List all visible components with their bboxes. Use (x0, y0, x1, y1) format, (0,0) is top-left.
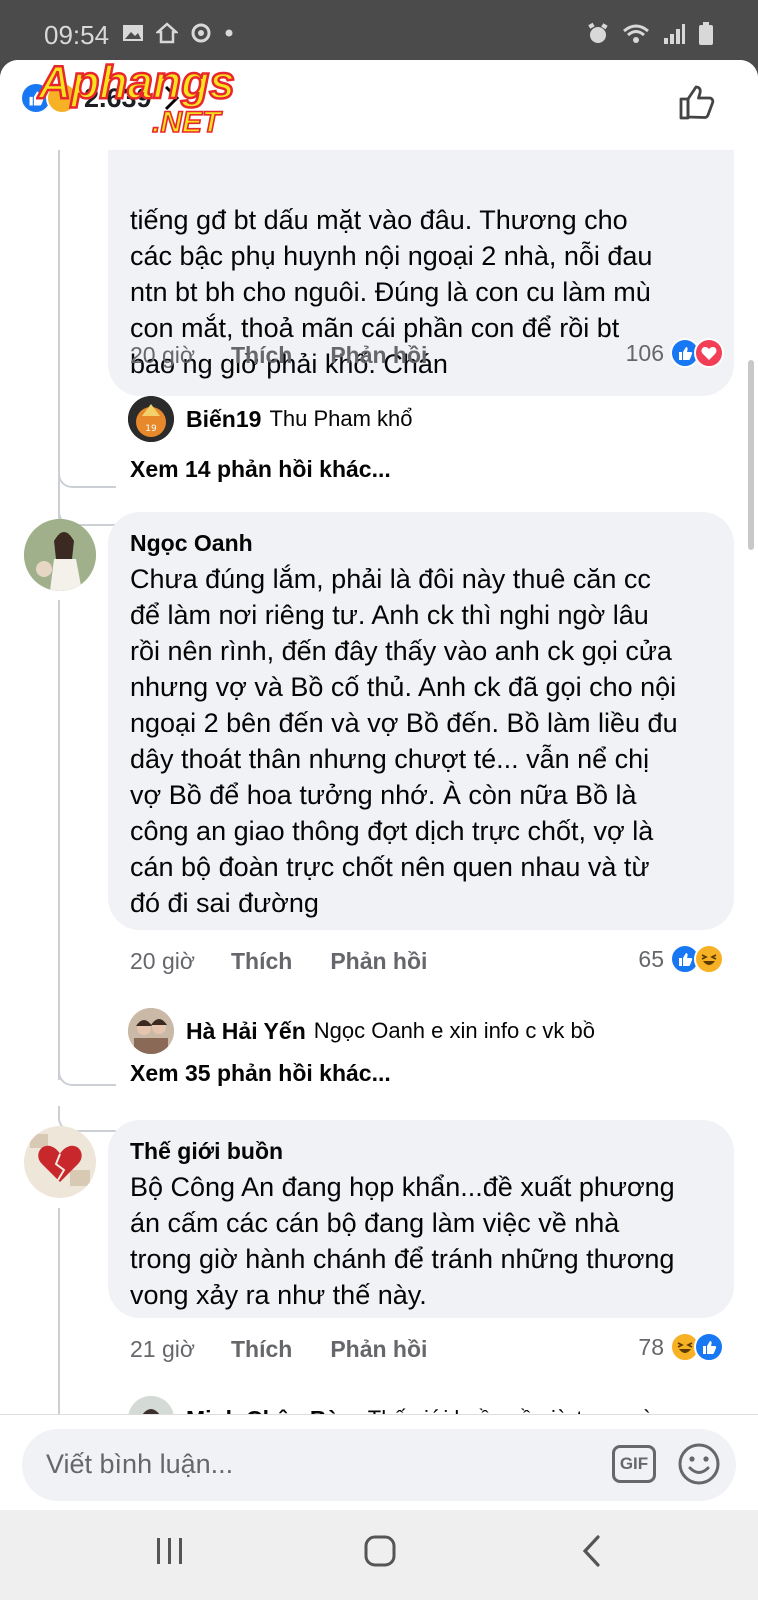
avatar[interactable] (24, 1126, 96, 1198)
home-shield-icon (156, 22, 178, 44)
reaction-summary[interactable]: 65 (638, 944, 724, 974)
battery-icon (699, 22, 713, 45)
reply-text: Ngọc Oanh e xin info c vk bồ (313, 1018, 596, 1043)
comment-actions: 20 giờ Thích Phản hồi (130, 948, 465, 975)
watermark-logo: Aphangs .NET (36, 60, 236, 138)
reply-connector (58, 1020, 116, 1086)
comment-actions: 21 giờ Thích Phản hồi (130, 1336, 465, 1363)
reply-author[interactable]: Biến19 (186, 406, 261, 433)
reaction-summary[interactable]: 78 (638, 1332, 724, 1362)
reply-button[interactable]: Phản hồi (330, 342, 427, 369)
comment-time: 20 giờ (130, 948, 195, 974)
reply-preview[interactable]: 19 Biến19 Thu Pham khổ (128, 396, 413, 442)
comment-text: Bộ Công An đang họp khẩn...đề xuất phươn… (130, 1172, 675, 1310)
status-bar: 09:54 (0, 0, 758, 64)
alarm-icon (588, 22, 608, 43)
sync-icon (191, 23, 211, 43)
scrollbar[interactable] (748, 360, 754, 550)
reaction-count: 65 (638, 945, 664, 972)
emoji-icon[interactable] (676, 1441, 722, 1487)
like-button[interactable]: Thích (231, 948, 292, 975)
system-nav-bar (0, 1510, 758, 1600)
reply-preview[interactable]: Minh Châu Bàm Thế giới buồn về giờ trưa … (128, 1396, 654, 1414)
comment-text: Chưa đúng lắm, phải là đôi này thuê căn … (130, 564, 678, 918)
svg-text:.NET: .NET (152, 106, 223, 138)
like-button[interactable]: Thích (231, 1336, 292, 1363)
haha-reaction-icon (694, 944, 724, 974)
reply-preview[interactable]: Hà Hải Yến Ngọc Oanh e xin info c vk bồ (128, 1008, 595, 1054)
reply-text: Thế giới buồn về giờ trưa mà (368, 1406, 654, 1414)
back-icon[interactable] (578, 1534, 608, 1568)
avatar[interactable] (24, 519, 96, 591)
love-reaction-icon (694, 338, 724, 368)
reaction-count: 106 (625, 339, 664, 366)
svg-text:Aphangs: Aphangs (37, 60, 235, 108)
reaction-summary[interactable]: 106 (626, 338, 724, 368)
comment-author[interactable]: Ngọc Oanh (130, 530, 712, 557)
comment-bubble[interactable]: Ngọc Oanh Chưa đúng lắm, phải là đôi này… (108, 512, 734, 930)
comment-input[interactable]: Viết bình luận... GIF (22, 1429, 736, 1501)
like-reaction-icon (694, 1332, 724, 1362)
comment-composer: Viết bình luận... GIF (0, 1414, 758, 1510)
comment-time: 20 giờ (130, 342, 195, 368)
comment-author[interactable]: Thế giới buồn (130, 1138, 712, 1165)
like-button[interactable]: Thích (231, 342, 292, 369)
reaction-count: 78 (638, 1333, 664, 1360)
wifi-icon (623, 24, 649, 43)
sheet-header: 2.639 Aphangs .NET (0, 60, 758, 150)
gallery-icon (123, 25, 143, 41)
view-more-replies-link[interactable]: Xem 14 phản hồi khác... (130, 456, 391, 483)
view-more-replies-link[interactable]: Xem 35 phản hồi khác... (130, 1060, 391, 1087)
gif-button[interactable]: GIF (612, 1445, 656, 1483)
comment-bubble[interactable]: Thế giới buồn Bộ Công An đang họp khẩn..… (108, 1120, 734, 1318)
thread-line (58, 600, 60, 1080)
svg-text:19: 19 (145, 424, 157, 434)
dot-icon (225, 29, 233, 37)
home-icon[interactable] (362, 1534, 398, 1568)
reply-button[interactable]: Phản hồi (330, 1336, 427, 1363)
status-system-icons (586, 22, 714, 46)
reply-connector (58, 460, 116, 488)
thread-line (58, 1208, 60, 1414)
avatar[interactable]: 19 (128, 396, 174, 442)
avatar[interactable] (128, 1396, 174, 1414)
comment-time: 21 giờ (130, 1336, 195, 1362)
comment-list[interactable]: tiếng gđ bt dấu mặt vào đâu. Thương cho … (0, 60, 758, 1414)
reply-author[interactable]: Hà Hải Yến (186, 1018, 306, 1045)
reply-author[interactable]: Minh Châu Bàm (186, 1406, 360, 1415)
signal-icon (664, 24, 685, 44)
avatar[interactable] (128, 1008, 174, 1054)
status-notification-icons (122, 22, 234, 44)
comment-placeholder: Viết bình luận... (46, 1449, 234, 1479)
reply-text: Thu Pham khổ (269, 406, 413, 431)
thumbs-up-icon[interactable] (678, 82, 718, 122)
comments-sheet: tiếng gđ bt dấu mặt vào đâu. Thương cho … (0, 60, 758, 1510)
status-time: 09:54 (44, 20, 110, 50)
recent-apps-icon[interactable] (154, 1534, 186, 1568)
reply-button[interactable]: Phản hồi (330, 948, 427, 975)
comment-actions: 20 giờ Thích Phản hồi (130, 342, 465, 369)
